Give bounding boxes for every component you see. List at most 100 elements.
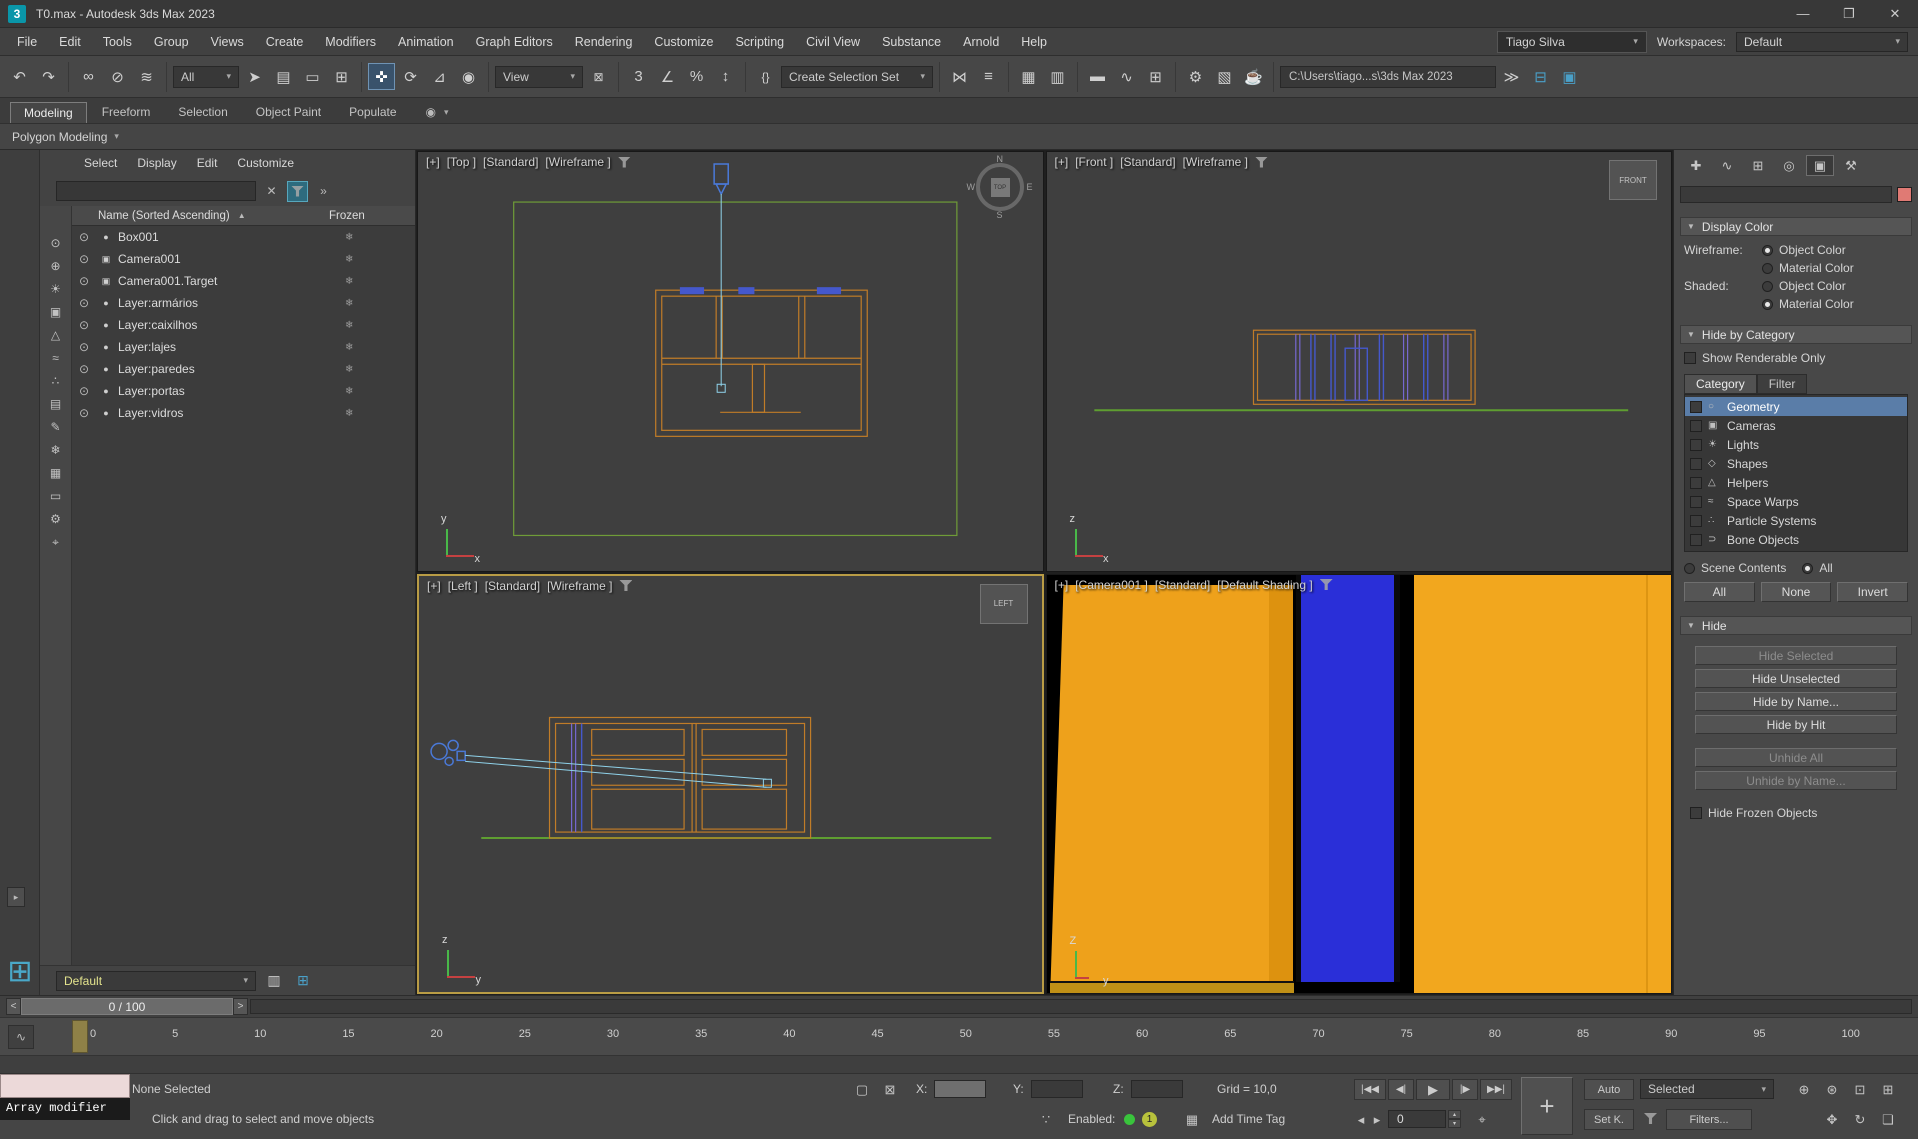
visibility-eye-icon[interactable]: ⊙ [72, 296, 96, 310]
menu-edit[interactable]: Edit [187, 156, 228, 170]
display-objects-icon[interactable]: ⊙ [46, 234, 66, 252]
all-button[interactable]: All [1684, 582, 1755, 602]
wireframe-material-color-radio[interactable]: Material Color [1762, 261, 1908, 275]
frozen-filter-icon[interactable]: ❄ [46, 441, 66, 459]
set-key-button[interactable]: Set K. [1584, 1109, 1634, 1130]
compass-west[interactable]: W [967, 182, 976, 192]
scene-explorer-row-camera001[interactable]: ⊙ ▣ Camera001 ❄ [72, 248, 415, 270]
category-row-shapes[interactable]: ◇ Shapes [1685, 454, 1907, 473]
category-checkbox[interactable] [1690, 419, 1702, 432]
reference-coordinate-dropdown[interactable]: View ▾ [495, 65, 583, 88]
category-checkbox[interactable] [1690, 495, 1702, 508]
hide-button-hide-by-hit[interactable]: Hide by Hit [1695, 715, 1897, 734]
explorer-preset-dropdown[interactable]: Default ▾ [56, 970, 256, 991]
bind-to-space-warp-icon[interactable]: ≋ [133, 63, 160, 90]
left-viewport-canvas[interactable] [419, 576, 1042, 993]
close-button[interactable]: ✕ [1872, 0, 1918, 28]
clear-search-icon[interactable]: ✕ [261, 181, 282, 202]
ribbon-tab-freeform[interactable]: Freeform [89, 102, 164, 123]
track-bar[interactable]: ∿ 0 5 10 15 20 25 30 35 40 45 50 55 60 65 70 75 80 85 90 95… [0, 1017, 1918, 1055]
toggle-scene-explorer-icon[interactable]: ▦ [1015, 63, 1042, 90]
zoom-extents-icon[interactable]: ⊡ [1848, 1080, 1872, 1100]
menu-customize[interactable]: Customize [643, 28, 724, 56]
align-icon[interactable]: ≡ [975, 63, 1002, 90]
display-particles-icon[interactable]: ∴ [46, 372, 66, 390]
menu-views[interactable]: Views [200, 28, 255, 56]
category-row-lights[interactable]: ☀ Lights [1685, 435, 1907, 454]
toggle-ribbon-icon[interactable]: ▬ [1084, 63, 1111, 90]
frozen-toggle-icon[interactable]: ❄ [329, 232, 415, 243]
viewport-menu-plus[interactable]: [+] [1055, 155, 1069, 169]
coord-z-field[interactable] [1131, 1080, 1183, 1098]
display-lights-icon[interactable]: ☀ [46, 280, 66, 298]
menu-help[interactable]: Help [1010, 28, 1058, 56]
tree-empty-area[interactable] [72, 424, 415, 965]
viewport-renderer-label[interactable]: [Standard] [1120, 155, 1175, 169]
settings-icon[interactable]: ⚙ [46, 510, 66, 528]
object-name-field[interactable] [1680, 186, 1892, 203]
snaps-toggle-icon[interactable]: 3 [625, 63, 652, 90]
go-to-start-button[interactable]: |◀◀ [1354, 1079, 1386, 1100]
selection-lock-icon[interactable]: ⊠ [878, 1080, 902, 1100]
object-name[interactable]: Camera001.Target [116, 274, 329, 288]
angle-snap-icon[interactable]: ∠ [654, 63, 681, 90]
frozen-toggle-icon[interactable]: ❄ [329, 386, 415, 397]
spinner-down-icon[interactable]: ▾ [1448, 1119, 1461, 1128]
frame-back-icon[interactable]: ◂ [1354, 1110, 1368, 1130]
wireframe-object-color-radio[interactable]: Object Color [1762, 243, 1908, 257]
menu-edit[interactable]: Edit [48, 28, 92, 56]
search-input[interactable] [56, 181, 256, 201]
scene-explorer-row-layer-lajes[interactable]: ⊙ ● Layer:lajes ❄ [72, 336, 415, 358]
scene-explorer-row-layer-caixilhos[interactable]: ⊙ ● Layer:caixilhos ❄ [72, 314, 415, 336]
menu-select[interactable]: Select [74, 156, 127, 170]
percent-snap-icon[interactable]: % [683, 63, 710, 90]
viewcube-top-face[interactable]: TOP [990, 178, 1010, 197]
abs-offset-toggle-icon[interactable]: ⌖ [1470, 1110, 1494, 1130]
ribbon-tab-populate[interactable]: Populate [336, 102, 409, 123]
expand-panel-arrow-icon[interactable]: ▸ [7, 887, 25, 907]
create-tab-icon[interactable]: ✚ [1682, 155, 1710, 176]
viewport-renderer-label[interactable]: [Standard] [483, 155, 538, 169]
zoom-all-icon[interactable]: ⊛ [1820, 1080, 1844, 1100]
key-filters-button[interactable]: Filters... [1666, 1109, 1752, 1130]
scene-explorer-row-layer-vidros[interactable]: ⊙ ● Layer:vidros ❄ [72, 402, 415, 424]
column-name-header[interactable]: Name (Sorted Ascending) [98, 210, 230, 222]
per-viewport-filter-icon[interactable] [1319, 579, 1333, 590]
viewport-shading-label[interactable]: [Wireframe ] [1183, 155, 1248, 169]
viewport-renderer-label[interactable]: [Standard] [1155, 578, 1210, 592]
frozen-toggle-icon[interactable]: ❄ [329, 276, 415, 287]
minimize-button[interactable]: — [1780, 0, 1826, 28]
category-checkbox[interactable] [1690, 438, 1702, 451]
viewport-view-label[interactable]: [Camera001 ] [1075, 578, 1148, 592]
next-frame-arrow[interactable]: > [233, 998, 248, 1015]
viewport-view-label[interactable]: [Left ] [448, 579, 478, 593]
frozen-toggle-icon[interactable]: ❄ [329, 408, 415, 419]
shaded-object-color-radio[interactable]: Object Color [1762, 279, 1908, 293]
time-tag-icon[interactable]: ▦ [1180, 1110, 1204, 1130]
menu-civil-view[interactable]: Civil View [795, 28, 871, 56]
category-row-bone-objects[interactable]: ⊃ Bone Objects [1685, 530, 1907, 549]
viewport-menu-plus[interactable]: [+] [427, 579, 441, 593]
hide-rollout-header[interactable]: ▼ Hide [1680, 616, 1912, 635]
category-row-helpers[interactable]: △ Helpers [1685, 473, 1907, 492]
viewport-shading-label[interactable]: [Default Shading ] [1217, 578, 1312, 592]
selection-filter-dropdown[interactable]: All ▾ [173, 65, 239, 88]
category-checkbox[interactable] [1690, 400, 1702, 413]
shaded-wall-right[interactable] [1413, 574, 1671, 993]
tab-filter[interactable]: Filter [1756, 374, 1808, 394]
menu-tools[interactable]: Tools [92, 28, 143, 56]
viewcube-left-face[interactable]: LEFT [979, 583, 1028, 624]
display-materials-icon[interactable]: ▦ [46, 464, 66, 482]
display-cameras-icon[interactable]: ▣ [46, 303, 66, 321]
grid-toggle-icon[interactable]: ⊞ [292, 970, 314, 992]
show-renderable-only-checkbox[interactable]: Show Renderable Only [1684, 351, 1908, 365]
viewport-layouts-icon[interactable]: ⊟ [1527, 63, 1554, 90]
scene-contents-radio[interactable] [1684, 562, 1695, 574]
menu-display[interactable]: Display [127, 156, 186, 170]
category-checkbox[interactable] [1690, 514, 1702, 527]
undo-button[interactable]: ↶ [6, 63, 33, 90]
menu-rendering[interactable]: Rendering [564, 28, 644, 56]
scene-explorer-row-camera001-target[interactable]: ⊙ ▣ Camera001.Target ❄ [72, 270, 415, 292]
viewport-view-label[interactable]: [Top ] [447, 155, 476, 169]
ribbon-tab-selection[interactable]: Selection [165, 102, 240, 123]
